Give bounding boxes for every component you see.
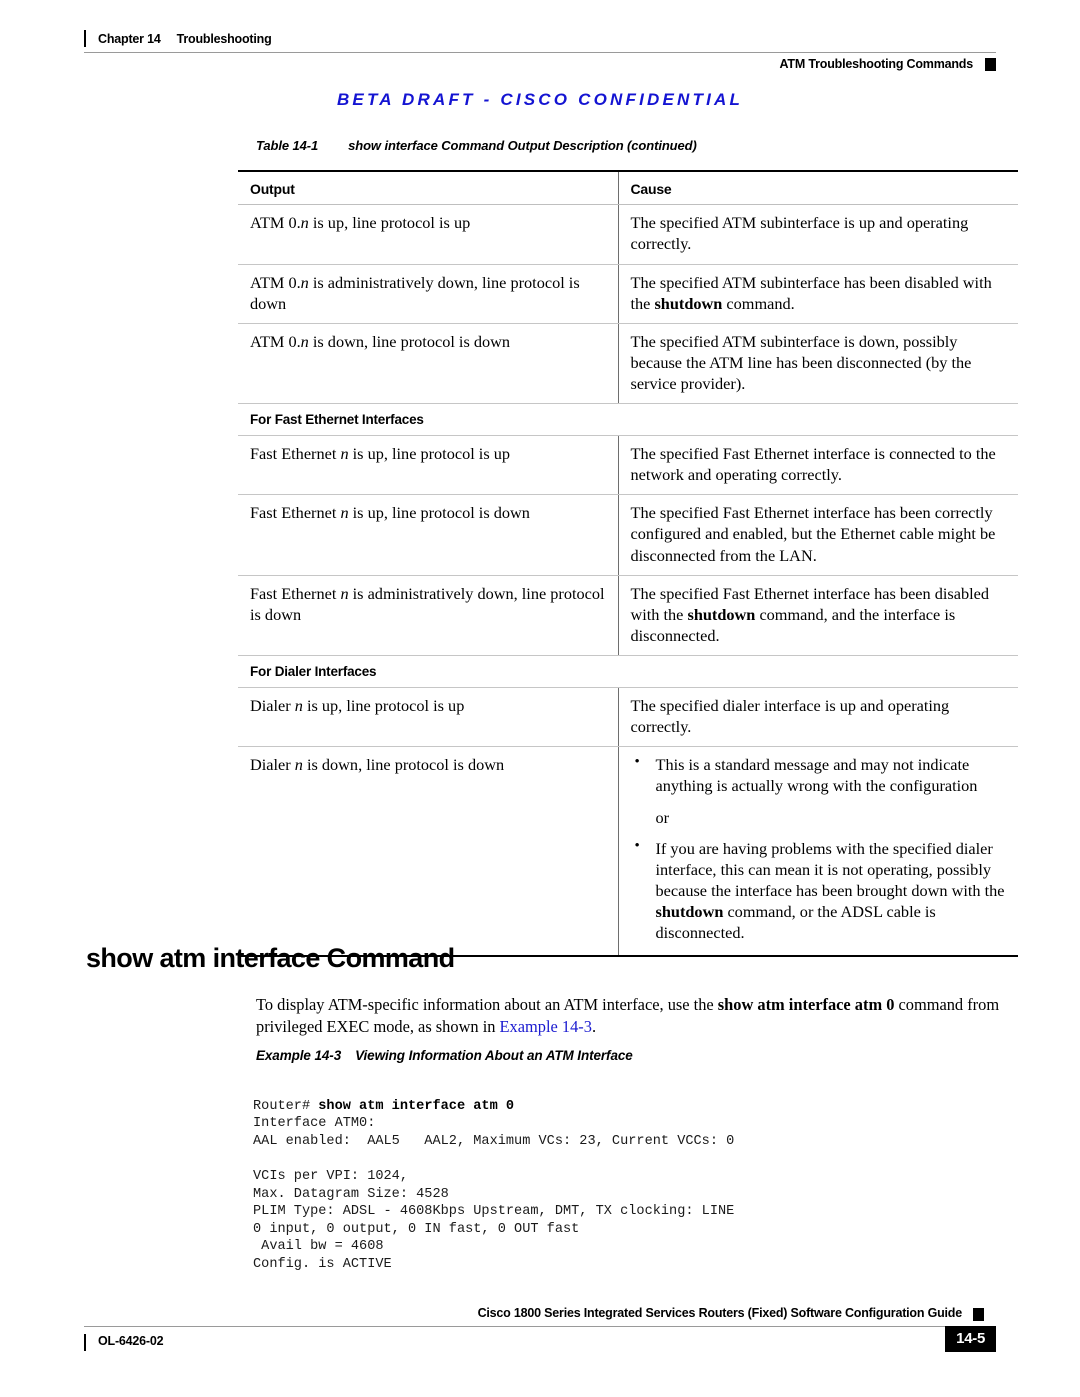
table-cell-output: ATM 0.n is down, line protocol is down	[238, 323, 619, 405]
table-cell-cause: The specified Fast Ethernet interface ha…	[618, 494, 1018, 576]
table-cell-output: Dialer n is up, line protocol is up	[238, 687, 619, 748]
beta-draft-banner: BETA DRAFT - CISCO CONFIDENTIAL	[336, 90, 744, 109]
section-intro-paragraph: To display ATM-specific information abou…	[256, 995, 1000, 1037]
table-cell-output: Fast Ethernet n is up, line protocol is …	[238, 435, 619, 496]
table-cell-cause: The specified ATM subinterface has been …	[618, 264, 1018, 324]
header-chapter-number: Chapter 14	[98, 32, 161, 46]
table-cell-output: ATM 0.n is up, line protocol is up	[238, 204, 619, 265]
header-chapter-label: Chapter 14 Troubleshooting	[84, 30, 272, 47]
table-row: ATM 0.n is administratively down, line p…	[238, 264, 1018, 324]
table-row: Fast Ethernet n is up, line protocol is …	[238, 435, 1018, 496]
table-header-row: Output Cause	[238, 170, 1018, 206]
example-code-block: Router# show atm interface atm 0 Interfa…	[253, 1098, 735, 1272]
header-section-title: ATM Troubleshooting Commands	[779, 57, 974, 71]
page-footer: Cisco 1800 Series Integrated Services Ro…	[84, 1306, 996, 1366]
column-header-cause: Cause	[618, 170, 1018, 206]
table-cell-output: ATM 0.n is administratively down, line p…	[238, 264, 619, 324]
footer-document-title: Cisco 1800 Series Integrated Services Ro…	[477, 1306, 963, 1320]
table-cell-cause: The specified ATM subinterface is down, …	[618, 323, 1018, 405]
header-section-label: ATM Troubleshooting Commands	[780, 57, 996, 71]
footer-divider	[84, 1326, 996, 1327]
table-cell-cause: The specified Fast Ethernet interface is…	[618, 435, 1018, 496]
page-title: show atm interface Command	[86, 943, 455, 974]
column-header-output: Output	[238, 170, 619, 206]
header-divider	[84, 52, 996, 53]
example-caption-text: Viewing Information About an ATM Interfa…	[355, 1048, 633, 1063]
table-row: Fast Ethernet n is up, line protocol is …	[238, 494, 1018, 576]
table-cell-output: Fast Ethernet n is up, line protocol is …	[238, 494, 619, 576]
table-cell-cause: This is a standard message and may not i…	[618, 746, 1018, 957]
table-cell-output: Fast Ethernet n is administratively down…	[238, 575, 619, 657]
table-row: ATM 0.n is down, line protocol is down Th…	[238, 323, 1018, 405]
table-caption-number: Table 14-1	[256, 138, 319, 153]
table-section-row: For Fast Ethernet Interfaces	[238, 403, 1018, 436]
table-row: Fast Ethernet n is administratively down…	[238, 575, 1018, 657]
table-cell-cause: The specified dialer interface is up and…	[618, 687, 1018, 748]
header-tab-marker-icon	[985, 57, 996, 71]
table-row: Dialer n is up, line protocol is up The s…	[238, 687, 1018, 748]
table-section-label: For Fast Ethernet Interfaces	[238, 403, 1018, 436]
table-cell-cause: The specified ATM subinterface is up and…	[618, 204, 1018, 265]
header-chapter-title: Troubleshooting	[176, 32, 272, 46]
show-interface-output-table: Output Cause ATM 0.n is up, line protoco…	[238, 170, 1018, 957]
table-section-label: For Dialer Interfaces	[238, 655, 1018, 688]
page-header: Chapter 14 Troubleshooting ATM Troublesh…	[84, 30, 996, 78]
table-row: Dialer n is down, line protocol is downT…	[238, 746, 1018, 957]
example-caption: Example 14-3 Viewing Information About an…	[256, 1048, 633, 1063]
table-caption: Table 14-1 show interface Command Output …	[256, 138, 697, 153]
table-section-row: For Dialer Interfaces	[238, 655, 1018, 688]
footer-document-id: OL-6426-02	[84, 1334, 164, 1351]
footer-tab-marker-icon	[973, 1308, 984, 1321]
example-caption-number: Example 14-3	[256, 1048, 342, 1063]
table-row: ATM 0.n is up, line protocol is up The sp…	[238, 204, 1018, 265]
table-cell-output: Dialer n is down, line protocol is down	[238, 746, 619, 957]
table-caption-text: show interface Command Output Descriptio…	[348, 138, 697, 153]
table-cell-cause: The specified Fast Ethernet interface ha…	[618, 575, 1018, 657]
footer-page-number: 14-5	[945, 1326, 996, 1352]
table-body: ATM 0.n is up, line protocol is up The sp…	[238, 204, 1018, 957]
